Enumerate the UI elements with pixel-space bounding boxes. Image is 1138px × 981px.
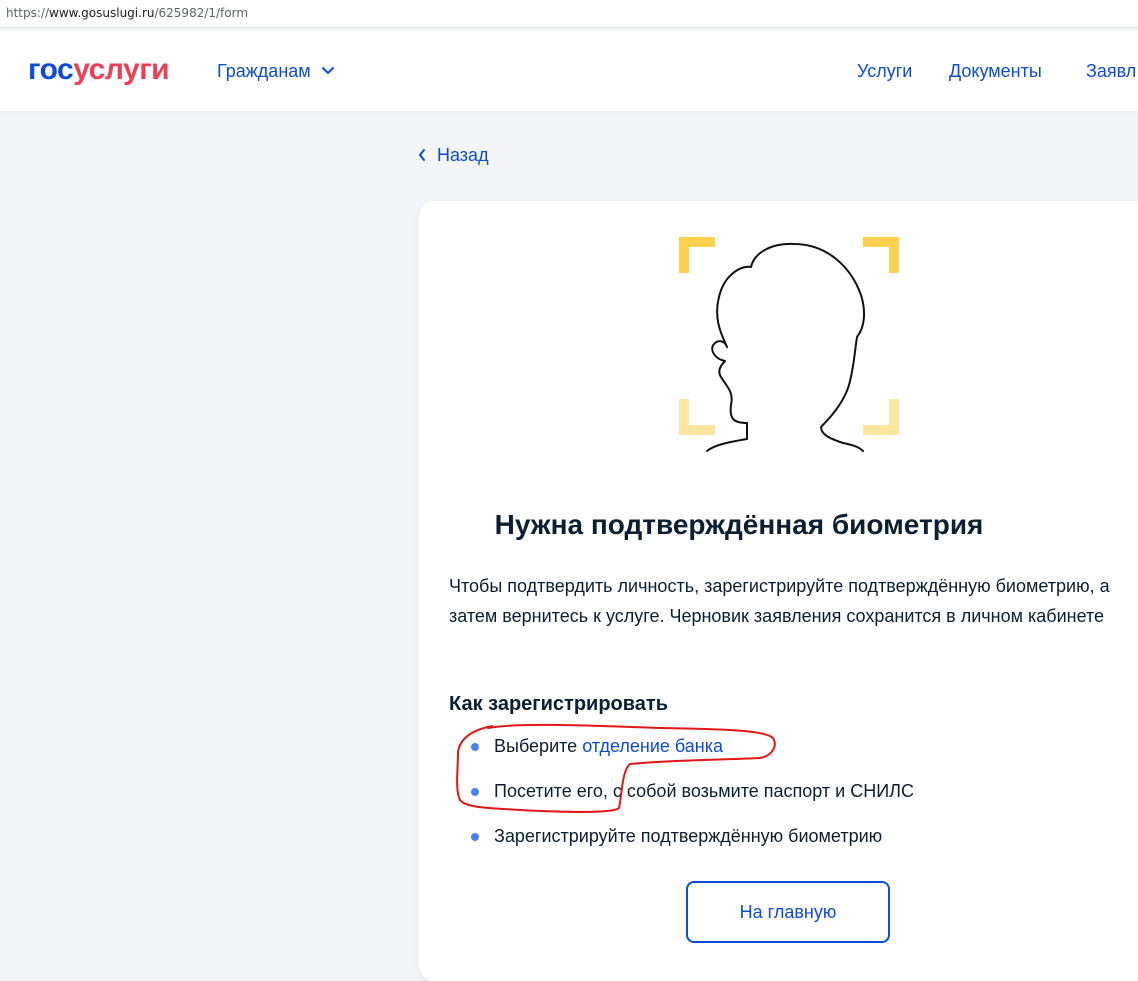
nav-services[interactable]: Услуги <box>857 60 912 82</box>
bank-branch-link[interactable]: отделение банка <box>582 736 723 756</box>
back-label: Назад <box>437 145 489 165</box>
gosuslugi-logo[interactable]: госуслуги <box>28 53 170 87</box>
bullet-dot-icon <box>471 833 479 841</box>
url-host: www.gosuslugi.ru <box>49 6 155 20</box>
steps-list: Выберите отделение банка Посетите его, с… <box>449 731 914 866</box>
back-link[interactable]: Назад <box>417 143 489 167</box>
nav-applications[interactable]: Заявл <box>1086 60 1136 82</box>
card-title: Нужна подтверждённая биометрия <box>494 509 984 540</box>
url-scheme: https:// <box>6 6 50 20</box>
chevron-down-icon <box>321 67 334 74</box>
bullet-dot-icon <box>471 743 479 751</box>
site-header: госуслуги Гражданам Услуги Документы Зая… <box>0 31 1138 111</box>
step-text: Зарегистрируйте подтверждённую биометрию <box>494 826 883 846</box>
step-text: Выберите <box>494 736 583 756</box>
bullet-dot-icon <box>471 788 479 796</box>
face-scan-icon <box>679 237 899 452</box>
chevron-left-icon <box>419 149 425 161</box>
list-item: Посетите его, с собой возьмите паспорт и… <box>449 776 914 821</box>
url-path: /625982/1/form <box>154 6 249 20</box>
list-item: Выберите отделение банка <box>449 731 914 776</box>
address-bar[interactable]: https://www.gosuslugi.ru/625982/1/form <box>0 0 1138 28</box>
logo-part-gos: гос <box>28 53 74 86</box>
card-description: Чтобы подтвердить личность, зарегистриру… <box>449 576 1110 626</box>
howto-heading: Как зарегистрировать <box>449 693 669 715</box>
citizens-menu[interactable]: Гражданам <box>217 60 335 82</box>
logo-part-uslugi: услуги <box>73 53 170 86</box>
list-item: Зарегистрируйте подтверждённую биометрию <box>449 821 914 866</box>
nav-documents[interactable]: Документы <box>949 60 1042 82</box>
step-text: Посетите его, с собой возьмите паспорт и… <box>494 781 914 801</box>
citizens-label: Гражданам <box>217 61 311 81</box>
biometry-card: Нужна подтверждённая биометрия Чтобы под… <box>419 201 1138 981</box>
home-button[interactable]: На главную <box>686 881 890 943</box>
